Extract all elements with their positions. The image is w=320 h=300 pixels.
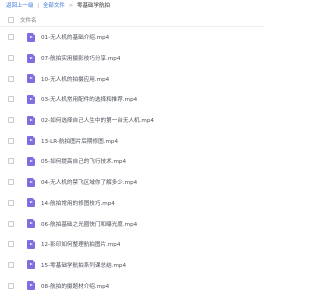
file-name[interactable]: 12-影印如何整理航拍图片.mp4 — [41, 240, 120, 248]
current-folder: 零基础学航拍 — [77, 3, 111, 9]
file-list: 01-无人机的基础介绍.mp4 07-航拍实用摄影技巧分享.mp4 10-无人机的拍… — [0, 27, 264, 296]
video-file-icon — [27, 115, 35, 125]
file-name[interactable]: 04-无人机的禁飞区域你了解多少.mp4 — [41, 178, 137, 186]
file-row[interactable]: 14-航拍常用的修图技巧.mp4 — [0, 193, 264, 214]
file-browser: 返回上一级 | 全部文件 > 零基础学航拍 文件名 01-无人机的基础介绍.mp… — [0, 0, 264, 300]
file-name[interactable]: 10-无人机的拍摄应用.mp4 — [41, 75, 109, 83]
breadcrumb: 返回上一级 | 全部文件 > 零基础学航拍 — [0, 0, 264, 13]
list-header: 文件名 — [0, 13, 264, 27]
file-checkbox[interactable] — [8, 117, 14, 124]
file-checkbox[interactable] — [8, 199, 14, 206]
file-row[interactable]: 04-无人机的禁飞区域你了解多少.mp4 — [0, 172, 264, 193]
file-checkbox[interactable] — [8, 55, 14, 62]
file-row[interactable]: 12-影印如何整理航拍图片.mp4 — [0, 234, 264, 255]
file-name[interactable]: 13-LR-航拍图片后期修图.mp4 — [41, 137, 118, 145]
video-file-icon — [27, 219, 35, 229]
file-row[interactable]: 03-无人机常用配件的选择和推荐.mp4 — [0, 89, 264, 110]
file-checkbox[interactable] — [8, 261, 14, 268]
video-file-icon — [27, 198, 35, 208]
filename-column-header[interactable]: 文件名 — [20, 16, 37, 24]
breadcrumb-chevron: > — [68, 3, 74, 9]
file-name[interactable]: 05-如何提高自己的飞行技术.mp4 — [41, 157, 126, 165]
file-checkbox[interactable] — [8, 75, 14, 82]
file-checkbox[interactable] — [8, 179, 14, 186]
file-name[interactable]: 14-航拍常用的修图技巧.mp4 — [41, 199, 115, 207]
file-row[interactable]: 08-航拍的摄题材介绍.mp4 — [0, 275, 264, 296]
file-name[interactable]: 08-航拍的摄题材介绍.mp4 — [41, 282, 109, 290]
file-checkbox[interactable] — [8, 158, 14, 165]
file-name[interactable]: 07-航拍实用摄影技巧分享.mp4 — [41, 54, 120, 62]
file-row[interactable]: 10-无人机的拍摄应用.mp4 — [0, 68, 264, 89]
file-name[interactable]: 03-无人机常用配件的选择和推荐.mp4 — [41, 95, 137, 103]
file-name[interactable]: 01-无人机的基础介绍.mp4 — [41, 33, 109, 41]
file-checkbox[interactable] — [8, 34, 14, 41]
file-checkbox[interactable] — [8, 241, 14, 248]
file-checkbox[interactable] — [8, 282, 14, 289]
video-file-icon — [27, 239, 35, 249]
video-file-icon — [27, 74, 35, 84]
video-file-icon — [27, 177, 35, 187]
video-file-icon — [27, 32, 35, 42]
file-row[interactable]: 07-航拍实用摄影技巧分享.mp4 — [0, 48, 264, 69]
file-checkbox[interactable] — [8, 220, 14, 227]
file-name[interactable]: 02-如何选择自己人生中的第一台无人机.mp4 — [41, 116, 154, 124]
breadcrumb-separator: | — [37, 3, 40, 9]
file-row[interactable]: 05-如何提高自己的飞行技术.mp4 — [0, 151, 264, 172]
file-row[interactable]: 15-零基础学航拍系列课总结.mp4 — [0, 255, 264, 276]
video-file-icon — [27, 94, 35, 104]
file-checkbox[interactable] — [8, 96, 14, 103]
file-row[interactable]: 06-航拍基础之光圈快门和曝光度.mp4 — [0, 213, 264, 234]
video-file-icon — [27, 156, 35, 166]
video-file-icon — [27, 260, 35, 270]
select-all-checkbox[interactable] — [8, 16, 14, 23]
file-checkbox[interactable] — [8, 137, 14, 144]
all-files-link[interactable]: 全部文件 — [43, 3, 65, 9]
file-row[interactable]: 02-如何选择自己人生中的第一台无人机.mp4 — [0, 110, 264, 131]
file-row[interactable]: 01-无人机的基础介绍.mp4 — [0, 27, 264, 48]
video-file-icon — [27, 281, 35, 291]
back-link[interactable]: 返回上一级 — [6, 3, 34, 9]
file-name[interactable]: 06-航拍基础之光圈快门和曝光度.mp4 — [41, 220, 137, 228]
video-file-icon — [27, 53, 35, 63]
file-name[interactable]: 15-零基础学航拍系列课总结.mp4 — [41, 261, 126, 269]
video-file-icon — [27, 136, 35, 146]
file-row[interactable]: 13-LR-航拍图片后期修图.mp4 — [0, 130, 264, 151]
